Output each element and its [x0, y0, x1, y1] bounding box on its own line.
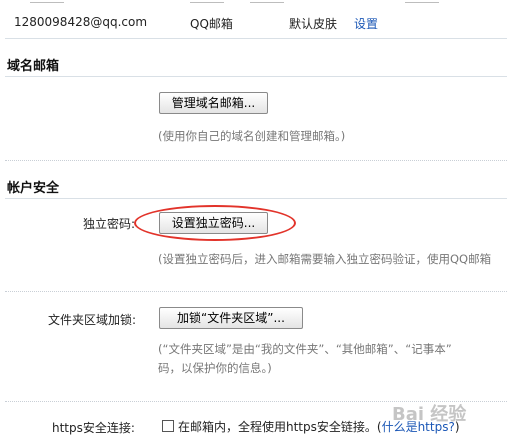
https-checkbox[interactable]: [162, 420, 174, 432]
https-label: https安全连接:: [52, 421, 135, 435]
header-strip: [0, 0, 507, 3]
skin-name: 默认皮肤: [289, 17, 338, 31]
folder-lock-label: 文件夹区域加锁:: [48, 313, 137, 327]
folder-lock-help-line2: 码，以保护你的信息。): [158, 361, 272, 375]
header-fragment: [250, 0, 284, 3]
manage-domain-mail-button[interactable]: 管理域名邮箱...: [159, 92, 268, 114]
mailbox-name: QQ邮箱: [190, 17, 233, 31]
divider: [5, 198, 507, 199]
https-checkbox-label: 在邮箱内，全程使用https安全链接。(: [178, 420, 382, 434]
section-title-account-security: 帐户安全: [7, 181, 60, 196]
divider: [5, 76, 507, 77]
divider: [5, 291, 507, 292]
folder-lock-help-line1: (“文件夹区域”是由“我的文件夹”、“其他邮箱”、“记事本”: [158, 342, 452, 356]
annotation-circle: [134, 205, 296, 241]
lock-folder-area-button[interactable]: 加锁“文件夹区域”...: [159, 307, 303, 329]
header-fragment: [30, 0, 64, 3]
baidu-watermark: Bai 经验: [392, 404, 467, 425]
account-settings-link[interactable]: 设置: [354, 15, 378, 32]
account-email: 1280098428@qq.com: [14, 15, 148, 29]
divider: [5, 38, 507, 39]
header-fragment: [405, 0, 439, 3]
independent-password-help: (设置独立密码后，进入邮箱需要输入独立密码验证，使用QQ邮箱: [158, 252, 492, 266]
section-title-domain-mail: 域名邮箱: [7, 59, 60, 74]
domain-mail-help: (使用你自己的域名创建和管理邮箱。): [158, 129, 346, 143]
independent-password-label: 独立密码:: [83, 217, 136, 231]
divider: [5, 160, 507, 161]
header-fragment: [190, 0, 224, 3]
